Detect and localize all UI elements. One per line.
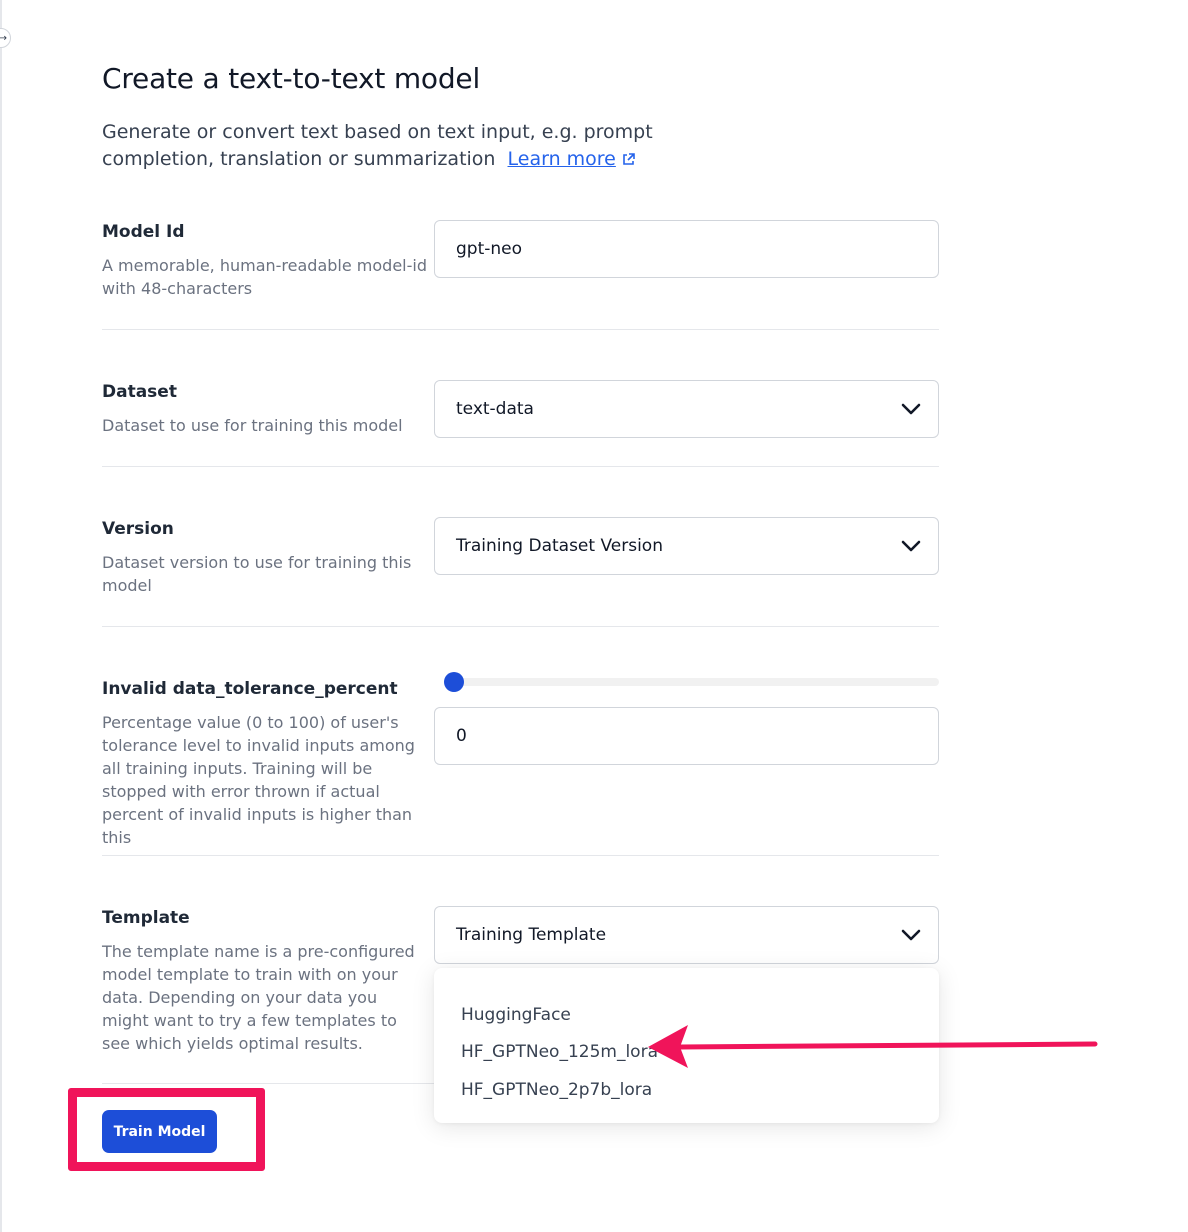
divider xyxy=(102,329,939,330)
template-select[interactable]: Training Template xyxy=(434,906,939,964)
version-label: Version xyxy=(102,519,174,539)
arrow-right-icon: → xyxy=(0,32,7,44)
template-option-gptneo-2p7b[interactable]: HF_GPTNeo_2p7b_lora xyxy=(434,1071,939,1109)
template-selected-value: Training Template xyxy=(456,925,607,945)
page-subtitle: Generate or convert text based on text i… xyxy=(102,119,742,173)
tolerance-input[interactable]: 0 xyxy=(434,707,939,765)
chevron-down-icon xyxy=(901,540,921,552)
model-id-label: Model Id xyxy=(102,222,185,242)
divider xyxy=(102,855,939,856)
model-id-input[interactable]: gpt-neo xyxy=(434,220,939,278)
dataset-label: Dataset xyxy=(102,382,177,402)
sidebar-edge xyxy=(0,0,2,1232)
model-id-help: A memorable, human-readable model-id wit… xyxy=(102,256,427,298)
dataset-help: Dataset to use for training this model xyxy=(102,416,403,435)
chevron-down-icon xyxy=(901,403,921,415)
external-link-icon xyxy=(623,153,635,165)
divider xyxy=(102,466,939,467)
tolerance-slider-thumb[interactable] xyxy=(444,672,464,692)
annotation-arrow-icon xyxy=(648,1025,1098,1068)
tolerance-value: 0 xyxy=(456,726,467,746)
expand-sidebar-button[interactable]: → xyxy=(0,28,11,48)
template-label: Template xyxy=(102,908,190,928)
page-title: Create a text-to-text model xyxy=(102,62,481,95)
tolerance-help: Percentage value (0 to 100) of user's to… xyxy=(102,713,415,847)
annotation-highlight-box xyxy=(68,1088,265,1171)
model-id-value: gpt-neo xyxy=(456,239,523,259)
learn-more-link[interactable]: Learn more xyxy=(508,148,635,170)
version-help: Dataset version to use for training this… xyxy=(102,553,412,595)
dataset-selected-value: text-data xyxy=(456,399,534,419)
version-select[interactable]: Training Dataset Version xyxy=(434,517,939,575)
dataset-select[interactable]: text-data xyxy=(434,380,939,438)
version-selected-value: Training Dataset Version xyxy=(456,536,663,556)
chevron-down-icon xyxy=(901,929,921,941)
template-help: The template name is a pre-configured mo… xyxy=(102,942,415,1053)
tolerance-label: Invalid data_tolerance_percent xyxy=(102,679,398,699)
tolerance-slider-track[interactable] xyxy=(446,678,939,686)
divider xyxy=(102,626,939,627)
learn-more-label: Learn more xyxy=(507,148,616,170)
